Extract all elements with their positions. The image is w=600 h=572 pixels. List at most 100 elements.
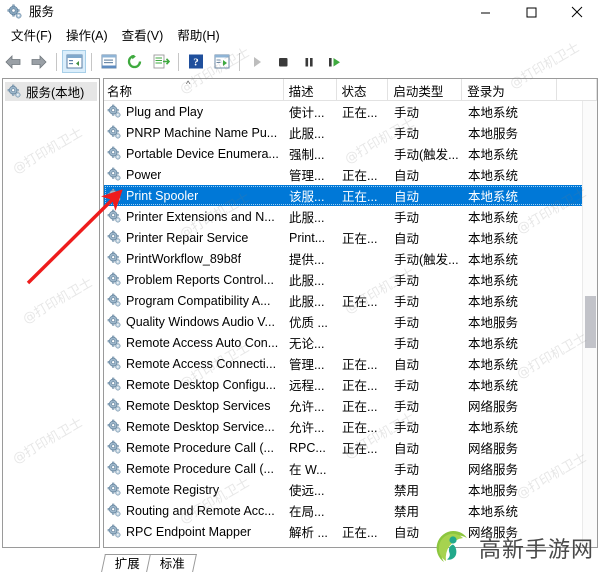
gear-icon	[107, 209, 121, 223]
table-row[interactable]: Remote Procedure Call (... RPC... 正在... 自动 网…	[104, 437, 597, 458]
vertical-scrollbar[interactable]	[582, 101, 597, 547]
maximize-button[interactable]	[508, 0, 554, 24]
column-name-label: 名称	[107, 84, 133, 99]
cell-service-name: Quality Windows Audio V...	[104, 311, 284, 332]
service-name-label: Remote Registry	[126, 482, 220, 497]
menu-view[interactable]: 查看(V)	[115, 27, 171, 46]
tab-extended[interactable]: 扩展	[101, 554, 152, 572]
menu-file[interactable]: 文件(F)	[4, 27, 59, 46]
cell-service-name: Remote Desktop Service...	[104, 416, 284, 437]
cell-service-name: Printer Repair Service	[104, 227, 284, 248]
cell-log-on-as: 本地系统	[468, 274, 519, 288]
service-name-label: Portable Device Enumera...	[126, 146, 279, 161]
gear-icon	[107, 461, 121, 475]
gear-icon	[107, 125, 121, 139]
service-name-label: Remote Desktop Configu...	[126, 377, 277, 392]
column-startup-type[interactable]: 启动类型	[388, 79, 463, 101]
table-row[interactable]: Remote Procedure Call (... 在 W... 手动 网络服务	[104, 458, 597, 479]
table-row[interactable]: Printer Repair Service Print... 正在... 自动 本地系…	[104, 227, 597, 248]
cell-log-on-as: 本地系统	[468, 379, 519, 393]
table-row[interactable]: Remote Desktop Service... 允许... 正在... 手动 本地系…	[104, 416, 597, 437]
table-row[interactable]: Remote Desktop Configu... 远程... 正在... 手动 本地系…	[104, 374, 597, 395]
content-area: 服务(本地) 名称 ^ 描述 状态 启动类型 登录为 Plug and Play…	[0, 76, 600, 572]
table-row[interactable]: Remote Registry 使远... 禁用 本地服务	[104, 479, 597, 500]
start-service-icon[interactable]	[245, 50, 269, 73]
cell-description: 此服...	[289, 127, 325, 141]
menu-action[interactable]: 操作(A)	[59, 27, 115, 46]
table-row[interactable]: PNRP Machine Name Pu... 此服... 手动 本地服务	[104, 122, 597, 143]
stop-service-icon[interactable]	[271, 50, 295, 73]
table-row[interactable]: Power 管理... 正在... 自动 本地系统	[104, 164, 597, 185]
column-name[interactable]: 名称 ^	[104, 79, 284, 101]
cell-description: 无论...	[289, 337, 325, 351]
tab-standard[interactable]: 标准	[146, 554, 197, 572]
table-row[interactable]: Program Compatibility A... 此服... 正在... 手动 本地…	[104, 290, 597, 311]
cell-startup-type: 手动	[394, 463, 420, 477]
refresh-icon[interactable]	[123, 50, 147, 73]
cell-status	[337, 122, 389, 143]
gear-icon	[107, 230, 121, 244]
service-name-label: Remote Access Connecti...	[126, 356, 277, 371]
cell-description: Print...	[289, 230, 326, 245]
table-row[interactable]: Print Spooler 该服... 正在... 自动 本地系统	[104, 185, 597, 206]
column-log-on-as[interactable]: 登录为	[462, 79, 558, 101]
cell-startup-type: 自动	[394, 169, 420, 183]
cell-startup-type: 手动(触发...	[394, 148, 459, 162]
tree-item-services-local[interactable]: 服务(本地)	[5, 82, 97, 101]
tab-standard-label: 标准	[159, 557, 185, 571]
service-name-label: Plug and Play	[126, 104, 204, 119]
cell-service-name: RPC Endpoint Mapper	[104, 521, 284, 542]
cell-service-name: Printer Extensions and N...	[104, 206, 284, 227]
scrollbar-thumb[interactable]	[585, 296, 596, 348]
table-row[interactable]: Remote Access Auto Con... 无论... 手动 本地系统	[104, 332, 597, 353]
cell-status: 正在...	[342, 169, 378, 183]
cell-service-name: Power	[104, 164, 284, 185]
cell-log-on-as: 本地系统	[468, 106, 519, 120]
cell-description: 管理...	[289, 358, 325, 372]
close-button[interactable]	[554, 0, 600, 24]
column-description[interactable]: 描述	[284, 79, 337, 101]
properties-icon[interactable]	[97, 50, 121, 73]
column-status[interactable]: 状态	[337, 79, 389, 101]
table-row[interactable]: Routing and Remote Acc... 在局... 禁用 本地系统	[104, 500, 597, 521]
table-row[interactable]: RPC Endpoint Mapper 解析 ... 正在... 自动 网络服务	[104, 521, 597, 542]
gear-icon	[107, 398, 121, 412]
svg-text:?: ?	[193, 57, 199, 69]
table-row[interactable]: Printer Extensions and N... 此服... 手动 本地系统	[104, 206, 597, 227]
pause-service-icon[interactable]	[297, 50, 321, 73]
menu-help[interactable]: 帮助(H)	[170, 27, 226, 46]
cell-log-on-as: 网络服务	[468, 526, 519, 540]
cell-status: 正在...	[342, 400, 378, 414]
export-list-icon[interactable]	[149, 50, 173, 73]
restart-service-icon[interactable]	[323, 50, 347, 73]
table-row[interactable]: Remote Desktop Services 允许... 正在... 手动 网络服务	[104, 395, 597, 416]
cell-description: 在 W...	[289, 463, 327, 477]
table-row[interactable]: Plug and Play 使计... 正在... 手动 本地系统	[104, 101, 597, 122]
cell-log-on-as: 本地系统	[468, 253, 519, 267]
table-row[interactable]: Quality Windows Audio V... 优质 ... 手动 本地服务	[104, 311, 597, 332]
cell-log-on-as: 网络服务	[468, 442, 519, 456]
cell-startup-type: 手动	[394, 211, 420, 225]
table-row[interactable]: PrintWorkflow_89b8f 提供... 手动(触发... 本地系统	[104, 248, 597, 269]
cell-description: 此服...	[289, 211, 325, 225]
cell-startup-type: 手动	[394, 337, 420, 351]
gear-icon	[107, 146, 121, 160]
forward-icon[interactable]	[27, 50, 51, 73]
table-row[interactable]: Portable Device Enumera... 强制... 手动(触发... 本…	[104, 143, 597, 164]
back-icon[interactable]	[1, 50, 25, 73]
service-name-label: Printer Extensions and N...	[126, 209, 275, 224]
new-window-icon[interactable]	[210, 50, 234, 73]
toolbar: ?	[0, 48, 600, 75]
minimize-button[interactable]	[462, 0, 508, 24]
show-hide-console-tree-icon[interactable]	[62, 50, 86, 73]
help-icon[interactable]: ?	[184, 50, 208, 73]
cell-startup-type: 手动	[394, 295, 420, 309]
service-name-label: Remote Desktop Service...	[126, 419, 275, 434]
table-row[interactable]: Remote Access Connecti... 管理... 正在... 自动 本地系…	[104, 353, 597, 374]
table-row[interactable]: Problem Reports Control... 此服... 手动 本地系统	[104, 269, 597, 290]
service-name-label: Routing and Remote Acc...	[126, 503, 275, 518]
tree-item-label: 服务(本地)	[26, 86, 85, 100]
cell-service-name: Remote Desktop Services	[104, 395, 284, 416]
gear-icon	[107, 503, 121, 517]
tab-extended-label: 扩展	[114, 557, 140, 571]
